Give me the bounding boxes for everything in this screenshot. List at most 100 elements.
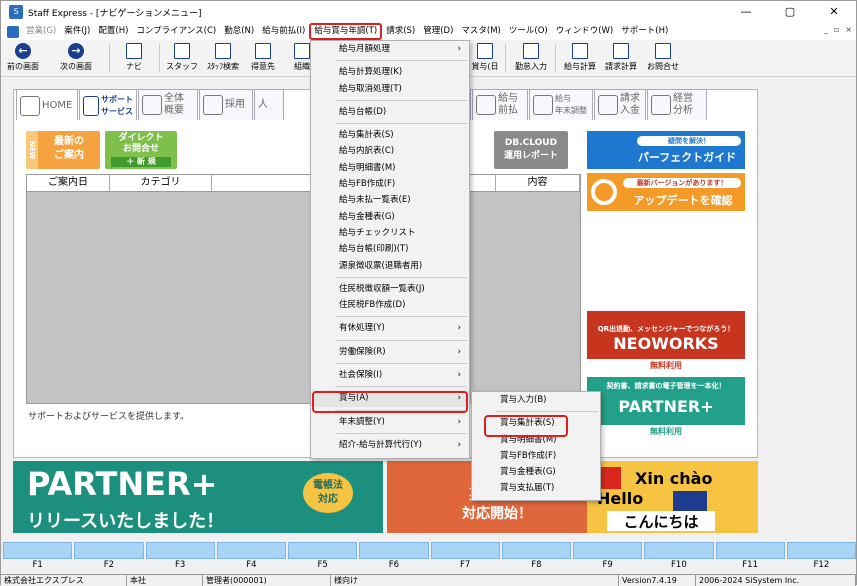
function-key-button[interactable] [74,542,144,559]
col-content[interactable]: 内容 [495,175,580,191]
menu-placement[interactable]: 配置(H) [94,23,132,40]
mdi-minimize-button[interactable]: _ [824,25,828,34]
function-key-button[interactable] [3,542,73,559]
info-list[interactable] [26,174,581,404]
neoworks-banner[interactable]: QR出退勤、メッセンジャーでつながろう！ NEOWORKS 無料利用 [587,311,745,373]
close-button[interactable]: ✕ [812,1,856,23]
payroll-menu-item-9[interactable]: 給与明細書(M) [311,160,469,176]
payroll-menu-item-17[interactable]: 住民税徴収額一覧表(J) [311,281,469,297]
menu-master[interactable]: マスタ(M) [457,23,504,40]
mdi-restore-button[interactable]: ▫ [834,25,839,34]
payroll-menu-item-5[interactable]: 給与台帳(D) [311,104,469,120]
dbcloud-report-banner[interactable]: DB.CLOUD 運用レポート [494,131,568,169]
payroll-menu-item-28[interactable]: 年末調整(Y) › [311,414,469,430]
client-button[interactable]: 得意先 [247,42,279,76]
payroll-menu-item-18[interactable]: 住民税FB作成(D) [311,297,469,313]
function-key-f8[interactable]: F8 [501,542,571,572]
tab-advance-pay[interactable]: 給与 前払 [472,89,528,121]
tab-analysis[interactable]: 経営 分析 [647,89,707,121]
maximize-button[interactable]: ▢ [768,1,812,23]
perfect-guide-banner[interactable]: 疑問を解決！ パーフェクトガイド [587,131,745,169]
payroll-menu-item-10[interactable]: 給与FB作成(F) [311,176,469,192]
payroll-menu-item-0[interactable]: 給与月額処理 › [311,41,469,57]
minimize-button[interactable]: — [724,1,768,23]
payroll-menu-item-12[interactable]: 給与金種表(G) [311,209,469,225]
function-key-f10[interactable]: F10 [644,542,714,572]
function-key-button[interactable] [430,542,500,559]
multilingual-greeting-banner[interactable]: Xin chào Hello こんにちは [587,461,758,533]
navi-button[interactable]: ナビ [121,42,147,76]
function-key-f5[interactable]: F5 [288,542,358,572]
payroll-calc-button[interactable]: 給与計算 [561,42,599,76]
menu-support[interactable]: サポート(H) [617,23,672,40]
col-date[interactable]: ご案内日 [27,175,110,191]
payroll-menu-item-22[interactable]: 労働保険(R) › [311,344,469,360]
payroll-menu-item-2[interactable]: 給与計算処理(K) [311,64,469,80]
payroll-menu-item-24[interactable]: 社会保険(I) › [311,367,469,383]
function-key-f11[interactable]: F11 [715,542,785,572]
bonus-menu-item-4[interactable]: 賞与FB作成(F) [472,448,600,464]
payroll-menu-item-11[interactable]: 給与未払一覧表(E) [311,192,469,208]
mdi-close-button[interactable]: × [845,25,852,34]
tab-home[interactable]: HOME [16,89,78,121]
payroll-menu-item-8[interactable]: 給与内訳表(C) [311,143,469,159]
app-menu-icon[interactable] [7,25,19,38]
tab-recruiting[interactable]: 採用 [199,89,253,121]
function-key-f7[interactable]: F7 [430,542,500,572]
function-key-f2[interactable]: F2 [74,542,144,572]
forward-button[interactable]: → 次の画面 [57,42,95,76]
tab-overview[interactable]: 全体 概要 [138,89,198,121]
function-key-f1[interactable]: F1 [3,542,73,572]
function-key-f3[interactable]: F3 [145,542,215,572]
menu-billing[interactable]: 請求(S) [382,23,419,40]
update-check-banner[interactable]: 最新バージョンがあります！ アップデートを確認 [587,173,745,211]
direct-inquiry-banner[interactable]: ダイレクト お問合せ ＋ 新 規 [105,131,177,169]
col-category[interactable]: カテゴリ [110,175,212,191]
billing-calc-button[interactable]: 請求計算 [602,42,640,76]
bonus-menu-item-6[interactable]: 賞与支払届(T) [472,480,600,496]
function-key-button[interactable] [501,542,571,559]
menu-window[interactable]: ウィンドウ(W) [552,23,618,40]
menu-admin[interactable]: 管理(D) [419,23,457,40]
staff-button[interactable]: スタッフ [166,42,198,76]
tab-support[interactable]: サポート サービス [79,89,137,121]
tab-payroll-yearend[interactable]: 給与 年末調整 [529,89,593,121]
back-button[interactable]: ← 前の画面 [4,42,42,76]
partner-plus-banner[interactable]: 契約書、請求書の電子管理を一本化！ PARTNER+ 無料利用 [587,377,745,439]
payroll-menu-item-20[interactable]: 有休処理(Y) › [311,320,469,336]
function-key-button[interactable] [715,542,785,559]
function-key-button[interactable] [145,542,215,559]
bonus-menu-item-0[interactable]: 賞与入力(B) [472,392,600,408]
function-key-button[interactable] [573,542,643,559]
payroll-menu-item-15[interactable]: 源泉徴収票(退職者用) [311,258,469,274]
function-key-button[interactable] [644,542,714,559]
menu-sales[interactable]: 営業(G) [22,23,60,40]
function-key-button[interactable] [359,542,429,559]
menu-attendance[interactable]: 勤怠(N) [220,23,258,40]
function-key-f4[interactable]: F4 [216,542,286,572]
function-key-button[interactable] [288,542,358,559]
payroll-menu-item-7[interactable]: 給与集計表(S) [311,127,469,143]
menu-payroll-bonus[interactable]: 給与賞与年調(T) [309,23,383,40]
function-key-f12[interactable]: F12 [786,542,856,572]
latest-info-banner[interactable]: NEW 最新の ご案内 [26,131,100,169]
function-key-button[interactable] [786,542,856,559]
payroll-menu-item-30[interactable]: 紹介-給与計算代行(Y) › [311,437,469,453]
menu-projects[interactable]: 案件(J) [60,23,94,40]
tab-staff[interactable]: 人 [254,89,284,121]
payroll-menu-item-13[interactable]: 給与チェックリスト [311,225,469,241]
bonus-menu-item-5[interactable]: 賞与金種表(G) [472,464,600,480]
staff-search-button[interactable]: ｽﾀｯﾌ検索 [204,42,242,76]
payroll-menu-item-3[interactable]: 給与取消処理(T) [311,81,469,97]
attendance-input-button[interactable]: 勤怠入力 [511,42,551,76]
function-key-f9[interactable]: F9 [573,542,643,572]
inquiry-button[interactable]: お問合せ [644,42,682,76]
menu-compliance[interactable]: コンプライアンス(C) [132,23,220,40]
tab-billing[interactable]: 請求 入金 [594,89,646,121]
function-key-f6[interactable]: F6 [359,542,429,572]
menu-tools[interactable]: ツール(O) [505,23,552,40]
partner-release-banner[interactable]: PARTNER+ リリースいたしました！ 電帳法 対応 [13,461,383,533]
function-key-button[interactable] [216,542,286,559]
bonus-daily-button[interactable]: 賞与(日 [467,42,503,76]
menu-advance-pay[interactable]: 給与前払(I) [258,23,309,40]
